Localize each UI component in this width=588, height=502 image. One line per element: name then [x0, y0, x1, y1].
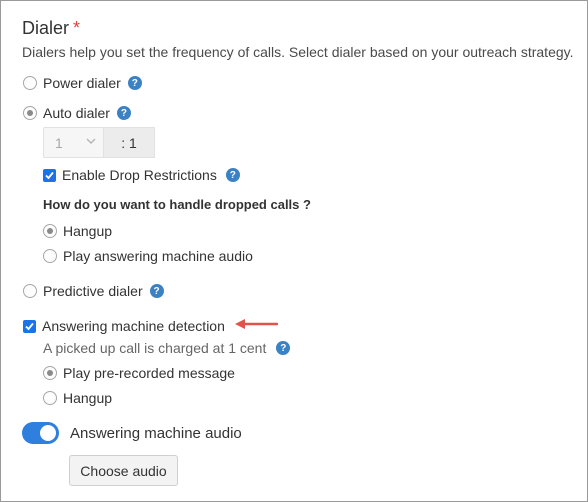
chevron-down-icon [86, 138, 96, 144]
checkmark-icon [25, 322, 34, 330]
dropped-play-audio-label: Play answering machine audio [63, 248, 253, 264]
amd-option[interactable]: Answering machine detection [23, 318, 225, 334]
dropped-option-play-audio[interactable]: Play answering machine audio [43, 248, 253, 264]
checkmark-icon [45, 171, 54, 179]
power-dialer-option[interactable]: Power dialer ? [23, 75, 142, 91]
amd-hangup-radio[interactable] [43, 391, 57, 405]
auto-dialer-option[interactable]: Auto dialer ? [23, 105, 131, 121]
predictive-dialer-radio[interactable] [23, 284, 37, 298]
auto-dialer-label: Auto dialer [43, 105, 110, 121]
drop-restrictions-checkbox[interactable] [43, 168, 56, 182]
section-title-text: Dialer [22, 18, 70, 38]
dialer-settings-panel: Dialer * Dialers help you set the frequen… [0, 0, 588, 502]
amd-option-play-message[interactable]: Play pre-recorded message [43, 365, 235, 381]
required-mark: * [73, 18, 81, 38]
auto-dialer-radio[interactable] [23, 106, 37, 120]
lines-select-value: 1 [55, 135, 63, 151]
predictive-dialer-option[interactable]: Predictive dialer ? [23, 283, 164, 299]
choose-audio-button[interactable]: Choose audio [69, 455, 178, 486]
power-dialer-label: Power dialer [43, 75, 121, 91]
help-icon[interactable]: ? [149, 284, 164, 298]
amd-play-message-radio[interactable] [43, 366, 57, 380]
help-icon[interactable]: ? [225, 168, 240, 182]
drop-restrictions-label: Enable Drop Restrictions [62, 167, 217, 183]
am-audio-label: Answering machine audio [70, 424, 242, 442]
power-dialer-radio[interactable] [23, 76, 37, 90]
dropped-hangup-radio[interactable] [43, 224, 57, 238]
dropped-hangup-label: Hangup [63, 223, 113, 239]
dropped-calls-question: How do you want to handle dropped calls … [43, 197, 311, 212]
amd-hangup-label: Hangup [63, 390, 113, 406]
help-icon[interactable]: ? [116, 106, 131, 120]
am-audio-toggle-row[interactable]: Answering machine audio [22, 422, 242, 444]
drop-restrictions-option[interactable]: Enable Drop Restrictions ? [43, 167, 240, 183]
amd-checkbox[interactable] [23, 319, 36, 333]
section-title: Dialer * [22, 18, 80, 39]
toggle-knob [40, 425, 56, 441]
ratio-addon: : 1 [104, 127, 155, 158]
amd-play-message-label: Play pre-recorded message [63, 365, 235, 381]
amd-charge-note: A picked up call is charged at 1 cent ? [43, 340, 291, 356]
amd-option-hangup[interactable]: Hangup [43, 390, 112, 406]
annotation-arrow-icon [235, 319, 279, 329]
dropped-play-audio-radio[interactable] [43, 249, 57, 263]
am-audio-toggle[interactable] [22, 422, 59, 444]
help-icon[interactable]: ? [276, 341, 291, 355]
amd-charge-note-text: A picked up call is charged at 1 cent [43, 340, 267, 356]
lines-select[interactable]: 1 [43, 127, 104, 158]
predictive-dialer-label: Predictive dialer [43, 283, 143, 299]
section-description: Dialers help you set the frequency of ca… [22, 44, 574, 60]
dropped-option-hangup[interactable]: Hangup [43, 223, 112, 239]
help-icon[interactable]: ? [127, 76, 142, 90]
amd-label: Answering machine detection [42, 318, 225, 334]
